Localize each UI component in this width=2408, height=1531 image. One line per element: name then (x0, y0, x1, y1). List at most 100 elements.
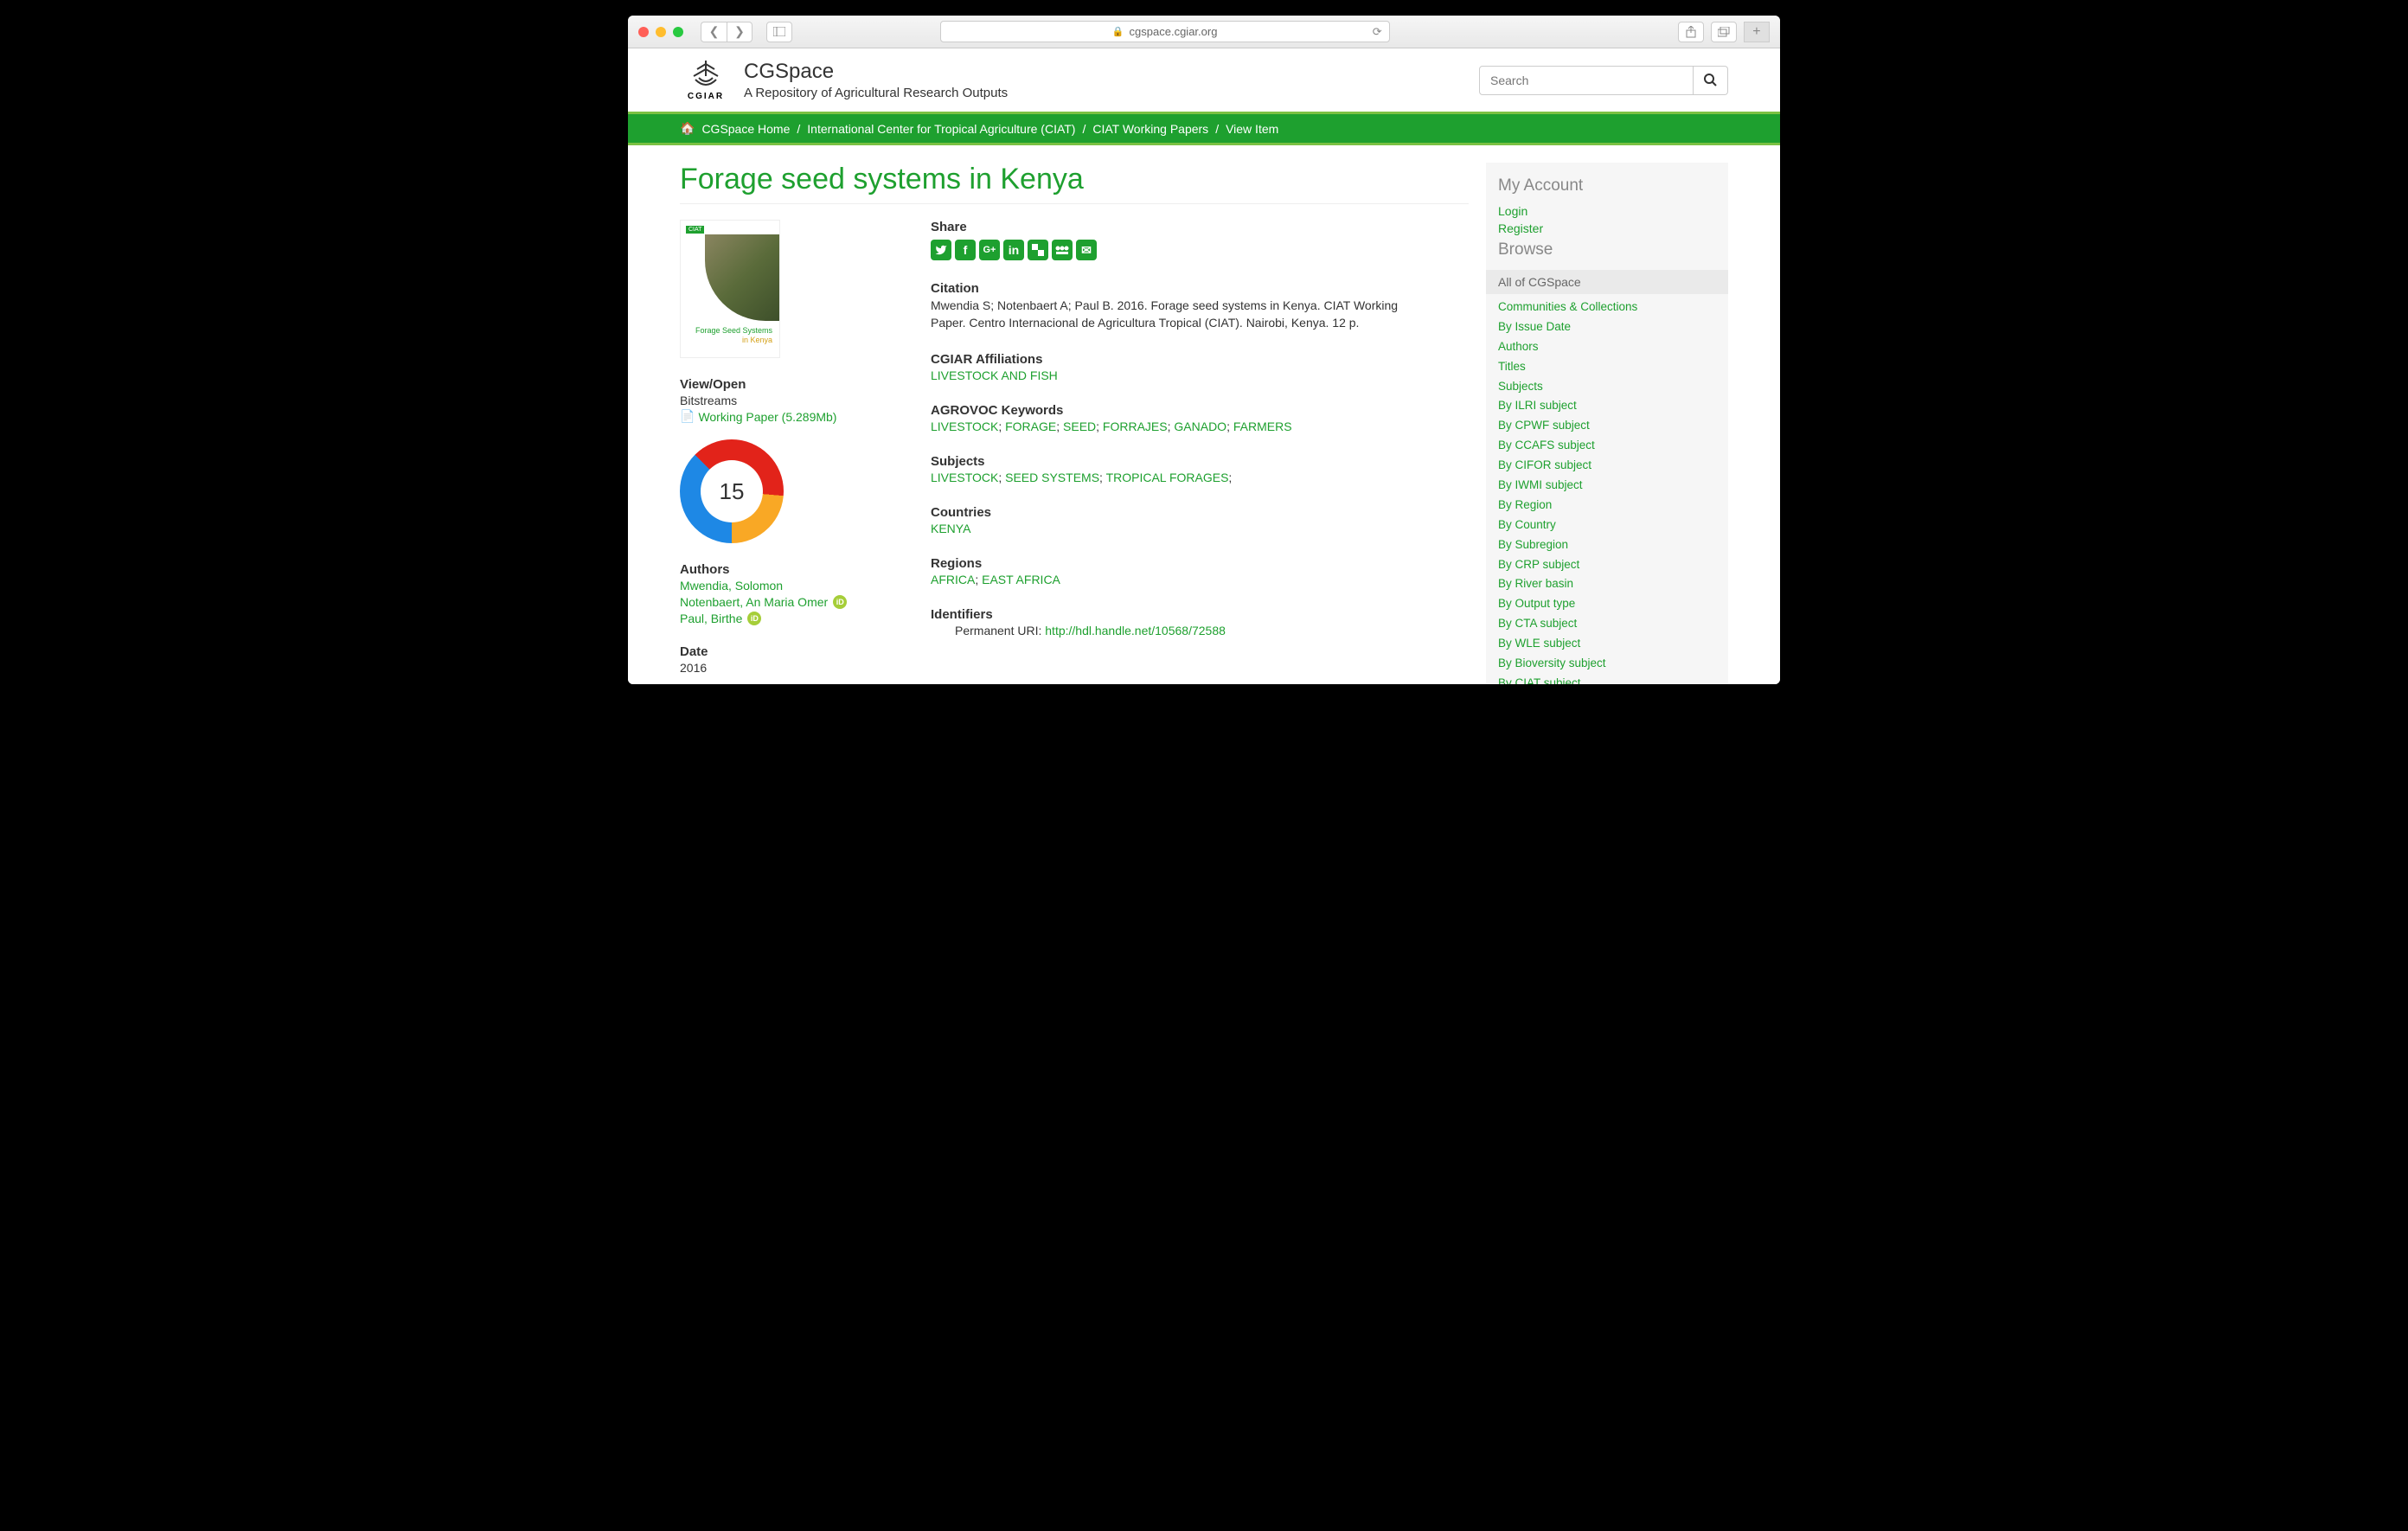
right-sidebar: My Account Login Register Browse All of … (1486, 163, 1728, 684)
sidebar-toggle-button[interactable] (766, 22, 792, 42)
browse-link[interactable]: By CCAFS subject (1498, 436, 1716, 456)
keyword-link[interactable]: FORAGE (1005, 420, 1056, 433)
keyword-link[interactable]: FORRAJES (1103, 420, 1168, 433)
regions-heading: Regions (931, 556, 1469, 571)
breadcrumb-home[interactable]: CGSpace Home (701, 122, 790, 136)
view-open-heading: View/Open (680, 377, 913, 392)
browse-link[interactable]: By Issue Date (1498, 317, 1716, 337)
forward-button[interactable]: ❯ (727, 22, 752, 42)
all-of-cgspace: All of CGSpace (1486, 270, 1728, 294)
page-content: CGIAR CGSpace A Repository of Agricultur… (628, 48, 1780, 684)
window-close-button[interactable] (638, 27, 649, 37)
browse-link[interactable]: By CIAT subject (1498, 674, 1716, 684)
altmetric-badge[interactable]: 15 (680, 439, 784, 543)
browse-link[interactable]: Authors (1498, 337, 1716, 357)
browse-link[interactable]: By CIFOR subject (1498, 456, 1716, 476)
subject-link[interactable]: SEED SYSTEMS (1005, 471, 1099, 484)
keyword-link[interactable]: FARMERS (1233, 420, 1292, 433)
browse-link[interactable]: By WLE subject (1498, 634, 1716, 654)
share-mendeley-icon[interactable] (1052, 240, 1073, 260)
permanent-uri-link[interactable]: http://hdl.handle.net/10568/72588 (1045, 624, 1226, 637)
keyword-link[interactable]: LIVESTOCK (931, 420, 998, 433)
date-heading: Date (680, 644, 913, 659)
subject-link[interactable]: TROPICAL FORAGES (1106, 471, 1229, 484)
share-delicious-icon[interactable] (1028, 240, 1048, 260)
browse-link[interactable]: By Country (1498, 516, 1716, 535)
breadcrumb-current: View Item (1226, 122, 1278, 136)
orcid-icon[interactable]: iD (747, 612, 761, 625)
author-link[interactable]: Paul, Birthe (680, 612, 742, 625)
breadcrumb: 🏠 CGSpace Home / International Center fo… (628, 112, 1780, 145)
country-link[interactable]: KENYA (931, 522, 970, 535)
subject-link[interactable]: LIVESTOCK (931, 471, 998, 484)
browse-link[interactable]: Communities & Collections (1498, 298, 1716, 317)
browse-link[interactable]: By Subregion (1498, 535, 1716, 555)
login-link[interactable]: Login (1498, 202, 1716, 220)
browse-link[interactable]: By Output type (1498, 594, 1716, 614)
agrovoc-heading: AGROVOC Keywords (931, 403, 1469, 418)
share-heading: Share (931, 220, 1469, 234)
file-icon: 📄 (680, 409, 695, 424)
browse-link[interactable]: Subjects (1498, 377, 1716, 397)
cgiar-logo[interactable]: CGIAR (680, 59, 732, 101)
home-icon: 🏠 (680, 121, 695, 136)
browse-link[interactable]: By River basin (1498, 574, 1716, 594)
window-maximize-button[interactable] (673, 27, 683, 37)
search-input[interactable] (1479, 66, 1694, 95)
altmetric-score: 15 (680, 439, 784, 543)
register-link[interactable]: Register (1498, 220, 1716, 237)
cgiar-logo-icon (687, 59, 725, 90)
new-tab-button[interactable]: + (1744, 22, 1770, 42)
share-linkedin-icon[interactable]: in (1003, 240, 1024, 260)
browse-heading: Browse (1486, 237, 1728, 266)
thumbnail-caption: Forage Seed Systems in Kenya (688, 326, 772, 345)
browse-link[interactable]: By IWMI subject (1498, 476, 1716, 496)
browse-link[interactable]: Titles (1498, 357, 1716, 377)
url-text: cgspace.cgiar.org (1130, 25, 1218, 38)
citation-heading: Citation (931, 281, 1469, 296)
region-link[interactable]: EAST AFRICA (982, 573, 1060, 586)
browse-link[interactable]: By CTA subject (1498, 614, 1716, 634)
download-link[interactable]: 📄 Working Paper (5.289Mb) (680, 409, 913, 424)
keyword-link[interactable]: SEED (1063, 420, 1096, 433)
item-thumbnail[interactable]: CIAT Forage Seed Systems in Kenya (680, 220, 780, 358)
lock-icon: 🔒 (1112, 26, 1124, 37)
permanent-uri-label: Permanent URI: (955, 624, 1045, 637)
author-link[interactable]: Mwendia, Solomon (680, 579, 783, 593)
window-minimize-button[interactable] (656, 27, 666, 37)
page-title: Forage seed systems in Kenya (680, 163, 1469, 204)
browse-link[interactable]: By ILRI subject (1498, 396, 1716, 416)
affiliations-heading: CGIAR Affiliations (931, 352, 1469, 367)
thumbnail-badge: CIAT (686, 226, 704, 234)
region-link[interactable]: AFRICA (931, 573, 975, 586)
browse-link[interactable]: By Region (1498, 496, 1716, 516)
browse-link[interactable]: By CPWF subject (1498, 416, 1716, 436)
identifiers-heading: Identifiers (931, 607, 1469, 622)
back-button[interactable]: ❮ (701, 22, 727, 42)
affiliation-link[interactable]: LIVESTOCK AND FISH (931, 368, 1058, 382)
address-bar[interactable]: 🔒 cgspace.cgiar.org ⟳ (940, 21, 1390, 42)
share-email-icon[interactable]: ✉ (1076, 240, 1097, 260)
browse-link[interactable]: By CRP subject (1498, 555, 1716, 575)
search-button[interactable] (1694, 66, 1728, 95)
keyword-link[interactable]: GANADO (1174, 420, 1226, 433)
share-googleplus-icon[interactable]: G+ (979, 240, 1000, 260)
author-link[interactable]: Notenbaert, An Maria Omer (680, 595, 828, 609)
tabs-button[interactable] (1711, 22, 1737, 42)
breadcrumb-working-papers[interactable]: CIAT Working Papers (1092, 122, 1208, 136)
orcid-icon[interactable]: iD (833, 595, 847, 609)
browse-link[interactable]: By Bioversity subject (1498, 654, 1716, 674)
share-button[interactable] (1678, 22, 1704, 42)
search-icon (1704, 74, 1717, 86)
bitstreams-label: Bitstreams (680, 394, 913, 407)
date-value: 2016 (680, 661, 913, 675)
subjects-heading: Subjects (931, 454, 1469, 469)
browser-window: ❮ ❯ 🔒 cgspace.cgiar.org ⟳ + (628, 16, 1780, 684)
share-facebook-icon[interactable]: f (955, 240, 976, 260)
breadcrumb-ciat[interactable]: International Center for Tropical Agricu… (807, 122, 1075, 136)
browser-titlebar: ❮ ❯ 🔒 cgspace.cgiar.org ⟳ + (628, 16, 1780, 48)
reload-icon[interactable]: ⟳ (1373, 25, 1382, 39)
share-twitter-icon[interactable] (931, 240, 951, 260)
site-subtitle: A Repository of Agricultural Research Ou… (744, 86, 1008, 100)
site-title: CGSpace (744, 60, 1008, 84)
